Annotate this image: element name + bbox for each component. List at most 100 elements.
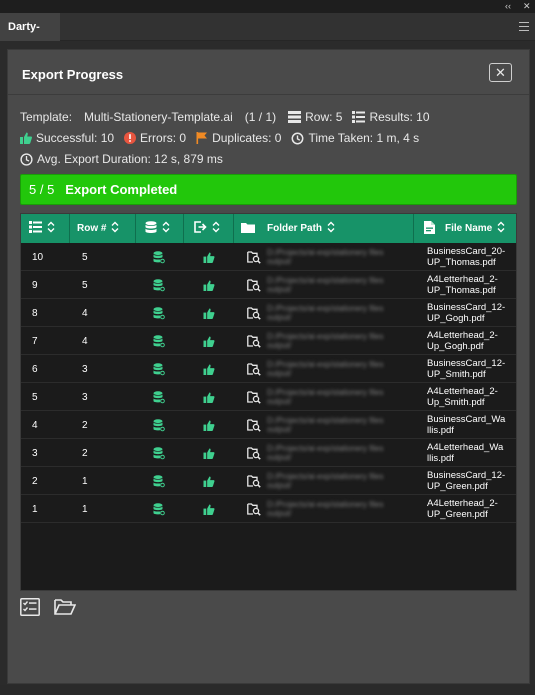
file-name[interactable]: A4Letterhead_Wa llis.pdf bbox=[427, 439, 516, 467]
open-folder-icon[interactable] bbox=[54, 598, 77, 618]
results-label: Results: 10 bbox=[369, 110, 430, 124]
template-label: Template: bbox=[20, 110, 73, 124]
header-file-name[interactable]: File Name bbox=[414, 214, 516, 243]
list-sort-icon bbox=[29, 221, 42, 236]
file-name[interactable]: BusinessCard_12- UP_Gogh.pdf bbox=[427, 299, 516, 327]
row-label: Row: 5 bbox=[305, 110, 343, 124]
thumbs-up-icon bbox=[203, 495, 215, 523]
row-number: 3 bbox=[82, 391, 88, 403]
database-check-icon bbox=[153, 439, 165, 467]
folder-path: D:/Projects/ai-exp/stationery files outp… bbox=[267, 388, 384, 406]
header-row-number-label: Row # bbox=[77, 223, 107, 234]
open-folder-search-icon[interactable] bbox=[247, 411, 261, 439]
table-row[interactable]: 1 1 D:/Projects/ai-exp/stationery files ou… bbox=[21, 495, 516, 523]
header-row-number[interactable]: Row # bbox=[70, 214, 136, 243]
thumbs-up-icon bbox=[203, 327, 215, 355]
results-list-icon bbox=[352, 111, 366, 123]
open-folder-search-icon[interactable] bbox=[247, 439, 261, 467]
header-folder-path[interactable]: Folder Path bbox=[234, 214, 414, 243]
progress-count: 5 / 5 bbox=[29, 182, 55, 197]
template-name: Multi-Stationery-Template.ai bbox=[84, 110, 233, 124]
open-folder-search-icon[interactable] bbox=[247, 467, 261, 495]
checklist-icon[interactable] bbox=[20, 598, 40, 619]
thumbs-up-icon bbox=[203, 355, 215, 383]
panel-tab-bar: Darty-Ai. bbox=[0, 13, 535, 61]
table-row[interactable]: 2 1 D:/Projects/ai-exp/stationery files ou… bbox=[21, 467, 516, 495]
template-info-line: Template: Multi-Stationery-Template.ai (… bbox=[20, 110, 430, 124]
time-taken-label: Time Taken: 1 m, 4 s bbox=[308, 131, 420, 145]
sort-icon bbox=[212, 221, 220, 236]
table-row[interactable]: 6 3 D:/Projects/ai-exp/stationery files ou… bbox=[21, 355, 516, 383]
row-number: 1 bbox=[82, 475, 88, 487]
thumbs-up-icon bbox=[203, 467, 215, 495]
file-name[interactable]: BusinessCard_20- UP_Thomas.pdf bbox=[427, 243, 516, 271]
row-number: 1 bbox=[82, 503, 88, 515]
header-index[interactable] bbox=[21, 214, 70, 243]
thumbs-up-icon bbox=[203, 411, 215, 439]
database-check-icon bbox=[153, 383, 165, 411]
open-folder-search-icon[interactable] bbox=[247, 355, 261, 383]
close-panel-button[interactable]: ✕ bbox=[523, 0, 531, 12]
stats-line: Successful: 10 Errors: 0 Duplicates: 0 T… bbox=[20, 131, 419, 145]
open-folder-search-icon[interactable] bbox=[247, 271, 261, 299]
row-index: 8 bbox=[32, 307, 38, 319]
file-name[interactable]: BusinessCard_12- UP_Smith.pdf bbox=[427, 355, 516, 383]
sort-icon bbox=[162, 221, 170, 236]
table-row[interactable]: 3 2 D:/Projects/ai-exp/stationery files ou… bbox=[21, 439, 516, 467]
results-table: Row # Folder Path File Name 10 5 D:/Proj… bbox=[20, 213, 517, 591]
row-index: 5 bbox=[32, 391, 38, 403]
open-folder-search-icon[interactable] bbox=[247, 383, 261, 411]
row-number: 2 bbox=[82, 447, 88, 459]
table-row[interactable]: 10 5 D:/Projects/ai-exp/stationery files o… bbox=[21, 243, 516, 271]
file-name[interactable]: BusinessCard_Wa llis.pdf bbox=[427, 411, 516, 439]
row-number: 5 bbox=[82, 251, 88, 263]
rows-icon bbox=[288, 111, 302, 123]
table-row[interactable]: 7 4 D:/Projects/ai-exp/stationery files ou… bbox=[21, 327, 516, 355]
open-folder-search-icon[interactable] bbox=[247, 327, 261, 355]
header-export-status[interactable] bbox=[184, 214, 234, 243]
table-header: Row # Folder Path File Name bbox=[21, 214, 516, 243]
file-name[interactable]: A4Letterhead_2- Up_Smith.pdf bbox=[427, 383, 516, 411]
folder-path: D:/Projects/ai-exp/stationery files outp… bbox=[267, 444, 384, 462]
folder-path: D:/Projects/ai-exp/stationery files outp… bbox=[267, 416, 384, 434]
avg-duration-line: Avg. Export Duration: 12 s, 879 ms bbox=[20, 152, 223, 166]
folder-path: D:/Projects/ai-exp/stationery files outp… bbox=[267, 500, 384, 518]
progress-status: Export Completed bbox=[65, 182, 178, 197]
row-index: 6 bbox=[32, 363, 38, 375]
sort-icon bbox=[497, 221, 505, 236]
open-folder-search-icon[interactable] bbox=[247, 299, 261, 327]
table-row[interactable]: 4 2 D:/Projects/ai-exp/stationery files ou… bbox=[21, 411, 516, 439]
dialog-close-button[interactable]: ✕ bbox=[489, 63, 512, 82]
database-icon bbox=[145, 220, 157, 237]
export-progress-bar: 5 / 5 Export Completed bbox=[20, 174, 517, 205]
file-name[interactable]: BusinessCard_12- UP_Green.pdf bbox=[427, 467, 516, 495]
window-top-strip: ‹‹ ✕ bbox=[0, 0, 535, 13]
file-name[interactable]: A4Letterhead_2- Up_Gogh.pdf bbox=[427, 327, 516, 355]
export-progress-dialog: Export Progress ✕ Template: Multi-Statio… bbox=[7, 49, 530, 684]
file-name[interactable]: A4Letterhead_2- UP_Thomas.pdf bbox=[427, 271, 516, 299]
row-index: 2 bbox=[32, 475, 38, 487]
panel-menu-icon[interactable] bbox=[519, 22, 529, 34]
row-number: 4 bbox=[82, 307, 88, 319]
header-data-source[interactable] bbox=[136, 214, 184, 243]
table-row[interactable]: 9 5 D:/Projects/ai-exp/stationery files ou… bbox=[21, 271, 516, 299]
row-index: 3 bbox=[32, 447, 38, 459]
clock-icon bbox=[20, 152, 33, 166]
folder-path: D:/Projects/ai-exp/stationery files outp… bbox=[267, 332, 384, 350]
database-check-icon bbox=[153, 495, 165, 523]
open-folder-search-icon[interactable] bbox=[247, 243, 261, 271]
successful-label: Successful: 10 bbox=[36, 131, 115, 145]
row-index: 7 bbox=[32, 335, 38, 347]
file-icon bbox=[424, 220, 435, 237]
folder-path: D:/Projects/ai-exp/stationery files outp… bbox=[267, 472, 384, 490]
collapse-panel-button[interactable]: ‹‹ bbox=[505, 0, 511, 12]
table-row[interactable]: 8 4 D:/Projects/ai-exp/stationery files ou… bbox=[21, 299, 516, 327]
panel-tab[interactable]: Darty-Ai. bbox=[0, 13, 60, 61]
file-name[interactable]: A4Letterhead_2- UP_Green.pdf bbox=[427, 495, 516, 523]
database-check-icon bbox=[153, 271, 165, 299]
dialog-title: Export Progress bbox=[22, 67, 124, 82]
thumbs-up-icon bbox=[203, 243, 215, 271]
open-folder-search-icon[interactable] bbox=[247, 495, 261, 523]
database-check-icon bbox=[153, 299, 165, 327]
table-row[interactable]: 5 3 D:/Projects/ai-exp/stationery files ou… bbox=[21, 383, 516, 411]
